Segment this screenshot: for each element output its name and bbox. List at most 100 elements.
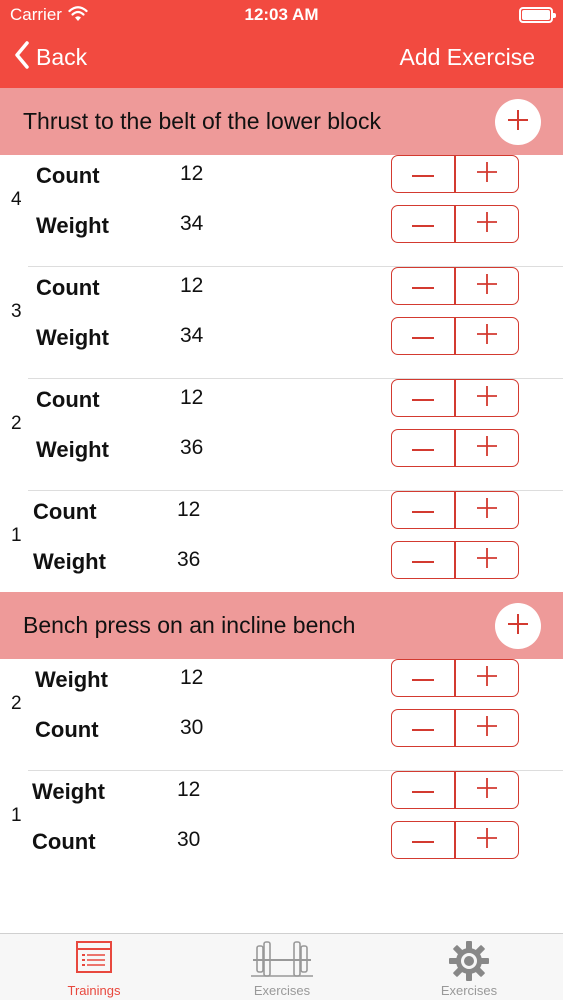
list-clip-area: [0, 864, 563, 933]
increment-button[interactable]: [456, 156, 518, 192]
value-stepper: [391, 659, 519, 697]
tab-label: Exercises: [253, 983, 311, 998]
field-value: 12: [177, 778, 201, 801]
plus-icon: [508, 109, 528, 135]
decrement-button[interactable]: [392, 772, 454, 808]
field-label: Count: [33, 499, 97, 524]
value-stepper: [391, 491, 519, 529]
tab-label: Trainings: [67, 983, 121, 998]
increment-button[interactable]: [456, 542, 518, 578]
decrement-button[interactable]: [392, 822, 454, 858]
value-stepper: [391, 541, 519, 579]
plus-icon: [476, 211, 497, 237]
decrement-button[interactable]: [392, 710, 454, 746]
value-stepper: [391, 379, 519, 417]
decrement-button[interactable]: [392, 206, 454, 242]
increment-button[interactable]: [456, 430, 518, 466]
increment-button[interactable]: [456, 380, 518, 416]
decrement-button[interactable]: [392, 318, 454, 354]
plus-icon: [476, 385, 497, 411]
minus-icon: [412, 669, 435, 687]
field-label: Count: [32, 829, 96, 854]
minus-icon: [412, 831, 435, 849]
chevron-left-icon: [14, 40, 30, 74]
exercise-header: Bench press on an incline bench: [0, 592, 563, 659]
add-set-button[interactable]: [495, 99, 541, 145]
decrement-button[interactable]: [392, 380, 454, 416]
add-exercise-button[interactable]: Add Exercise: [399, 44, 535, 71]
tab-settings[interactable]: Exercises: [375, 934, 563, 1000]
increment-button[interactable]: [456, 772, 518, 808]
increment-button[interactable]: [456, 822, 518, 858]
increment-button[interactable]: [456, 492, 518, 528]
minus-icon: [412, 389, 435, 407]
increment-button[interactable]: [456, 660, 518, 696]
plus-icon: [476, 273, 497, 299]
navigation-bar: Carrier 12:03 AM Back Add Exercise: [0, 0, 563, 88]
field-value: 36: [180, 436, 204, 459]
minus-icon: [412, 215, 435, 233]
plus-icon: [476, 827, 497, 853]
set-number: 1: [11, 805, 22, 826]
field-value: 34: [180, 324, 204, 347]
tab-bar: Trainings Exercises Exercises: [0, 933, 563, 1000]
set-number: 2: [11, 413, 22, 434]
value-stepper: [391, 155, 519, 193]
increment-button[interactable]: [456, 318, 518, 354]
minus-icon: [412, 439, 435, 457]
field-value: 12: [180, 666, 204, 689]
field-value: 12: [180, 386, 204, 409]
plus-icon: [476, 435, 497, 461]
plus-icon: [476, 715, 497, 741]
decrement-button[interactable]: [392, 156, 454, 192]
gear-icon: [375, 940, 563, 982]
field-value: 12: [180, 274, 204, 297]
field-label: Weight: [35, 667, 108, 692]
plus-icon: [476, 665, 497, 691]
minus-icon: [412, 719, 435, 737]
field-value: 12: [177, 498, 201, 521]
exercise-title: Bench press on an incline bench: [23, 612, 356, 638]
value-stepper: [391, 821, 519, 859]
decrement-button[interactable]: [392, 492, 454, 528]
increment-button[interactable]: [456, 268, 518, 304]
back-button[interactable]: Back: [14, 40, 87, 74]
field-label: Weight: [32, 779, 105, 804]
decrement-button[interactable]: [392, 542, 454, 578]
minus-icon: [412, 327, 435, 345]
value-stepper: [391, 429, 519, 467]
tab-trainings[interactable]: Trainings: [0, 934, 188, 1000]
field-value: 36: [177, 548, 201, 571]
decrement-button[interactable]: [392, 268, 454, 304]
plus-icon: [476, 547, 497, 573]
field-label: Count: [36, 387, 100, 412]
field-label: Weight: [36, 437, 109, 462]
minus-icon: [412, 781, 435, 799]
field-value: 30: [177, 828, 201, 851]
exercise-header: Thrust to the belt of the lower block: [0, 88, 563, 155]
tab-label: Exercises: [440, 983, 498, 998]
field-label: Weight: [33, 549, 106, 574]
set-number: 3: [11, 301, 22, 322]
field-label: Count: [35, 717, 99, 742]
set-number: 2: [11, 693, 22, 714]
plus-icon: [508, 613, 528, 639]
decrement-button[interactable]: [392, 430, 454, 466]
decrement-button[interactable]: [392, 660, 454, 696]
tab-exercises[interactable]: Exercises: [188, 934, 376, 1000]
list-icon: [0, 940, 188, 974]
value-stepper: [391, 709, 519, 747]
add-set-button[interactable]: [495, 603, 541, 649]
plus-icon: [476, 323, 497, 349]
value-stepper: [391, 267, 519, 305]
minus-icon: [412, 551, 435, 569]
increment-button[interactable]: [456, 710, 518, 746]
value-stepper: [391, 771, 519, 809]
increment-button[interactable]: [456, 206, 518, 242]
plus-icon: [476, 497, 497, 523]
value-stepper: [391, 317, 519, 355]
field-value: 30: [180, 716, 204, 739]
field-label: Count: [36, 163, 100, 188]
field-value: 12: [180, 162, 204, 185]
field-label: Weight: [36, 325, 109, 350]
